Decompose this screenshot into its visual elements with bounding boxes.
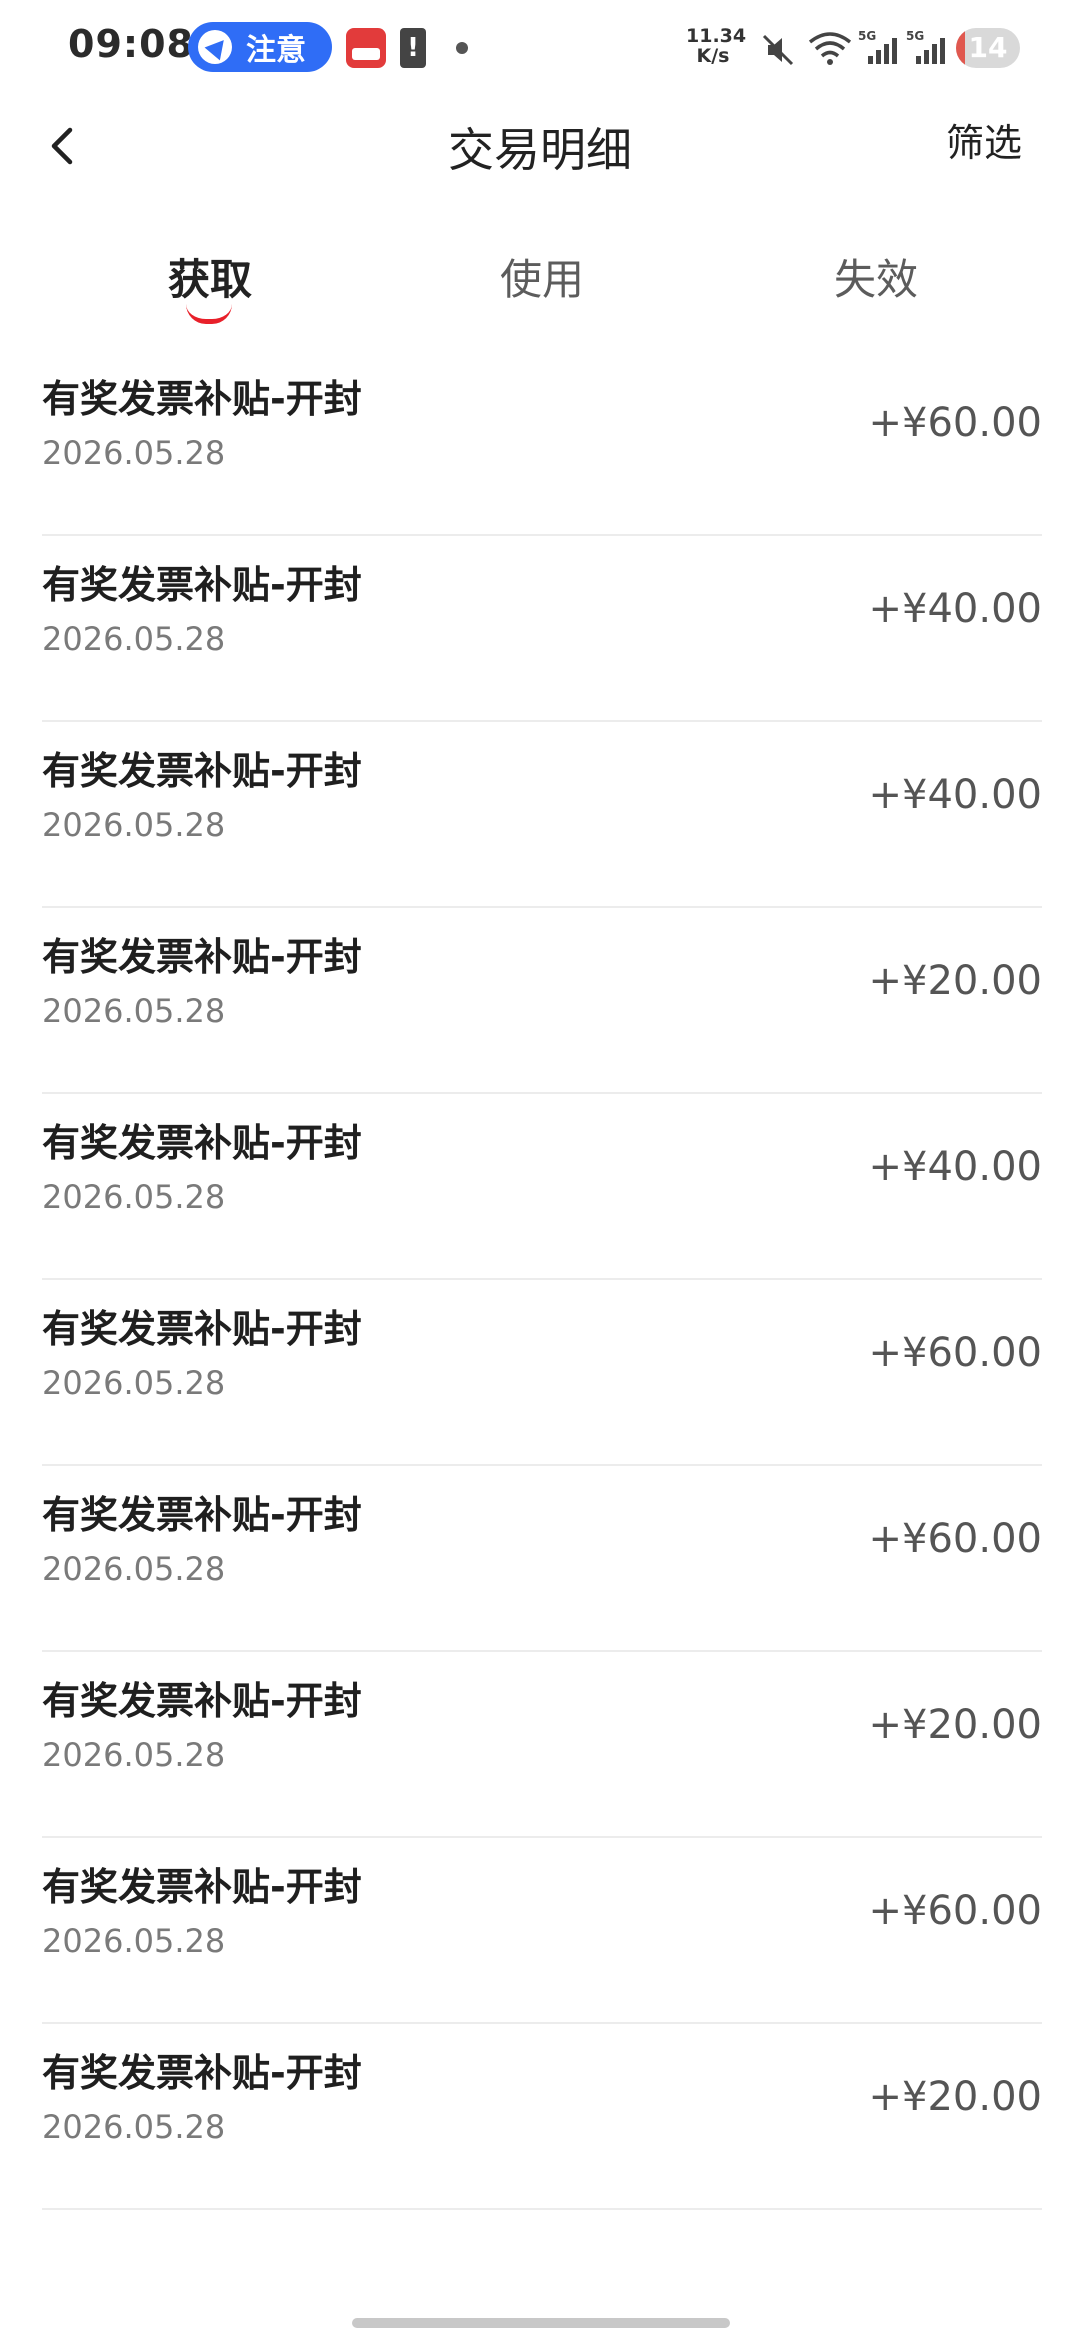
transaction-date: 2026.05.28 [42, 1550, 226, 1588]
transaction-title: 有奖发票补贴-开封 [42, 749, 362, 793]
filter-button[interactable]: 筛选 [946, 112, 1022, 167]
transaction-amount: +¥60.00 [868, 1516, 1042, 1562]
transaction-amount: +¥60.00 [868, 1330, 1042, 1376]
transaction-date: 2026.05.28 [42, 1178, 226, 1216]
tab-bar: 获取 使用 失效 [0, 236, 1080, 336]
battery-indicator: 14 [956, 28, 1020, 68]
transaction-date: 2026.05.28 [42, 2108, 226, 2146]
transaction-amount: +¥60.00 [868, 1888, 1042, 1934]
transaction-title: 有奖发票补贴-开封 [42, 563, 362, 607]
transaction-row[interactable]: 有奖发票补贴-开封 2026.05.28 +¥20.00 [42, 908, 1042, 1094]
transaction-amount: +¥20.00 [868, 1702, 1042, 1748]
status-time: 09:08 [68, 22, 194, 66]
transaction-row[interactable]: 有奖发票补贴-开封 2026.05.28 +¥60.00 [42, 1838, 1042, 2024]
notice-pill-label: 注意 [246, 33, 306, 68]
transaction-date: 2026.05.28 [42, 1922, 226, 1960]
transaction-row[interactable]: 有奖发票补贴-开封 2026.05.28 +¥60.00 [42, 1280, 1042, 1466]
tab-expired[interactable]: 失效 [766, 246, 986, 307]
network-speed-unit: K/s [696, 45, 730, 67]
transaction-amount: +¥40.00 [868, 1144, 1042, 1190]
transaction-row[interactable]: 有奖发票补贴-开封 2026.05.28 +¥60.00 [42, 1466, 1042, 1652]
tab-use[interactable]: 使用 [432, 246, 652, 307]
transaction-date: 2026.05.28 [42, 1736, 226, 1774]
home-indicator[interactable] [352, 2318, 730, 2328]
transaction-date: 2026.05.28 [42, 992, 226, 1030]
transaction-row[interactable]: 有奖发票补贴-开封 2026.05.28 +¥40.00 [42, 1094, 1042, 1280]
transaction-date: 2026.05.28 [42, 806, 226, 844]
transaction-row[interactable]: 有奖发票补贴-开封 2026.05.28 +¥20.00 [42, 2024, 1042, 2210]
transaction-row[interactable]: 有奖发票补贴-开封 2026.05.28 +¥40.00 [42, 722, 1042, 908]
transaction-title: 有奖发票补贴-开封 [42, 935, 362, 979]
header: 交易明细 筛选 [0, 96, 1080, 200]
transaction-title: 有奖发票补贴-开封 [42, 1679, 362, 1723]
transaction-amount: +¥20.00 [868, 958, 1042, 1004]
status-bar: 09:08 注意 ! 11.34 K/s 5G 5G 14 [0, 0, 1080, 96]
alert-icon: ! [400, 28, 426, 68]
wifi-icon [808, 32, 852, 65]
notice-pill[interactable]: 注意 [188, 22, 332, 72]
5g-signal-icon: 5G [906, 29, 945, 64]
transaction-row[interactable]: 有奖发票补贴-开封 2026.05.28 +¥60.00 [42, 350, 1042, 536]
mute-icon [762, 34, 794, 66]
svg-text:5G: 5G [906, 29, 924, 43]
transaction-amount: +¥20.00 [868, 2074, 1042, 2120]
tab-obtain[interactable]: 获取 [100, 246, 320, 307]
network-speed: 11.34 K/s [686, 25, 747, 67]
transaction-date: 2026.05.28 [42, 620, 226, 658]
5g-signal-icon: 5G [858, 29, 897, 64]
navigation-arrow-icon [198, 30, 232, 64]
transaction-amount: +¥40.00 [868, 586, 1042, 632]
active-tab-indicator [186, 304, 232, 324]
network-speed-value: 11.34 [686, 25, 747, 47]
transaction-date: 2026.05.28 [42, 434, 226, 472]
transaction-title: 有奖发票补贴-开封 [42, 2051, 362, 2095]
svg-text:5G: 5G [858, 29, 876, 43]
transaction-amount: +¥40.00 [868, 772, 1042, 818]
transaction-row[interactable]: 有奖发票补贴-开封 2026.05.28 +¥40.00 [42, 536, 1042, 722]
transaction-title: 有奖发票补贴-开封 [42, 1121, 362, 1165]
transaction-list: 有奖发票补贴-开封 2026.05.28 +¥60.00 有奖发票补贴-开封 2… [42, 350, 1042, 2210]
transaction-title: 有奖发票补贴-开封 [42, 377, 362, 421]
transaction-amount: +¥60.00 [868, 400, 1042, 446]
page-title: 交易明细 [448, 123, 632, 177]
battery-level: 14 [968, 31, 1008, 64]
app-notification-icon [346, 28, 386, 68]
transaction-title: 有奖发票补贴-开封 [42, 1865, 362, 1909]
transaction-title: 有奖发票补贴-开封 [42, 1493, 362, 1537]
transaction-title: 有奖发票补贴-开封 [42, 1307, 362, 1351]
dot-icon [456, 42, 468, 54]
transaction-date: 2026.05.28 [42, 1364, 226, 1402]
transaction-row[interactable]: 有奖发票补贴-开封 2026.05.28 +¥20.00 [42, 1652, 1042, 1838]
